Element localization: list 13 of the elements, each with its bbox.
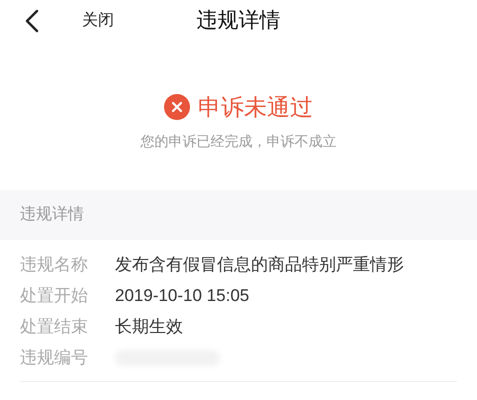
field-label: 处置结束 — [20, 316, 89, 338]
field-label: 违规编号 — [20, 346, 89, 369]
status-title: 申诉未通过 — [198, 93, 313, 122]
field-value: 2019-10-10 15:05 — [115, 284, 250, 307]
status-message: 您的申诉已经完成，申诉不成立 — [140, 132, 336, 150]
section-title: 违规详情 — [20, 204, 84, 224]
page-title: 违规详情 — [196, 8, 280, 34]
field-value: 长期生效 — [115, 316, 183, 338]
field-value: 发布含有假冒信息的商品特别严重情形 — [115, 254, 404, 276]
field-label: 违规名称 — [20, 254, 89, 276]
close-button[interactable]: 关闭 — [82, 9, 114, 33]
field-label: 处置开始 — [20, 284, 89, 307]
error-icon — [164, 94, 190, 120]
